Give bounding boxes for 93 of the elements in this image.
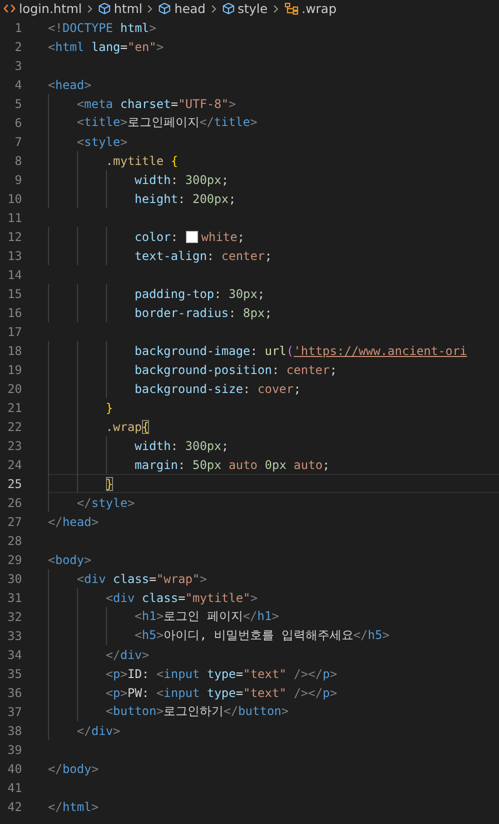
chevron-icon [86,4,93,14]
code-text: width: 300px; [134,172,229,186]
breadcrumb-item[interactable]: .wrap [284,1,337,16]
line-number: 38 [6,724,22,738]
breadcrumb-item[interactable]: head [158,1,206,16]
code-text: } [106,400,114,414]
code-text: <title>로그인페이지</title> [76,114,258,131]
code-text: background-position: center; [134,362,337,376]
line-number: 3 [14,58,22,72]
line-number: 24 [6,458,22,472]
code-text: </style> [76,496,135,510]
code-text: background-size: cover; [134,382,301,396]
structure-icon [284,2,299,15]
line-number: 31 [6,590,22,604]
line-number: 12 [6,230,22,244]
line-number: 18 [6,344,22,358]
line-number: 21 [6,400,22,414]
line-number: 33 [6,628,22,642]
line-number: 13 [6,248,22,262]
line-number: 30 [6,572,22,586]
line-number: 25 [6,476,22,490]
breadcrumb-item[interactable]: html [98,1,142,16]
code-text: </head> [48,514,99,528]
line-number: 36 [6,686,22,700]
line-number: 39 [6,742,22,756]
color-swatch-icon[interactable] [186,230,198,242]
chevron-icon [272,4,279,14]
line-number: 23 [6,438,22,452]
line-number: 29 [6,552,22,566]
code-text: <h1>로그인 페이지</h1> [134,608,279,625]
line-number: 10 [6,192,22,206]
line-number: 27 [6,514,22,528]
line-number: 34 [6,648,22,662]
line-number: 28 [6,534,22,548]
breadcrumb-item[interactable]: style [222,1,268,16]
line-number: 40 [6,762,22,776]
code-text: <body> [48,552,92,566]
code-text: <!DOCTYPE html> [48,20,156,34]
line-number: 37 [6,704,22,718]
line-number: 1 [14,20,22,34]
chevron-icon [210,4,217,14]
line-number: 42 [6,800,22,814]
code-text: </div> [106,648,150,662]
code-text: color: [134,230,180,244]
code-text: .wrap{ [106,420,150,434]
code-text: <meta charset="UTF-8"> [76,96,236,110]
code-text: <div class="mytitle"> [106,590,258,604]
cube-icon [98,2,111,15]
cube-icon [222,2,235,15]
code-text: <style> [76,134,128,148]
line-number: 5 [14,96,22,110]
line-number: 7 [14,134,22,148]
line-number: 16 [6,306,22,320]
line-number: 8 [14,154,22,168]
line-number: 26 [6,496,22,510]
line-number: 19 [6,362,22,376]
code-text: padding-top: 30px; [134,286,265,300]
code-text: <button>로그인하기</button> [106,703,289,720]
line-number: 4 [14,78,22,92]
line-number: 11 [6,210,22,224]
line-number: 9 [14,172,22,186]
code-text: <head> [48,78,92,92]
code-text: <html lang="en"> [48,40,164,54]
code-text: </div> [76,724,120,738]
chevron-icon [147,4,154,14]
code-text: <p>ID: <input type="text" /></p> [106,666,338,680]
line-number: 17 [6,324,22,338]
code-text: </html> [48,800,99,814]
code-text: border-radius: 8px; [134,306,272,320]
line-number: 14 [6,268,22,282]
line-number: 35 [6,666,22,680]
code-text: .mytitle { [106,154,178,168]
code-text: <h5>아이디, 비밀번호를 입력해주세요</h5> [134,627,390,644]
code-text: } [106,476,114,490]
line-number: 15 [6,286,22,300]
line-number: 6 [14,116,22,130]
breadcrumb-item[interactable]: login.html [3,1,82,16]
cube-icon [158,2,172,15]
line-number: 20 [6,382,22,396]
code-text: white; [201,230,245,244]
code-text: <div class="wrap"> [76,572,207,586]
line-number: 22 [6,420,22,434]
line-number: 32 [6,610,22,624]
code-text: text-align: center; [134,248,272,262]
code-text: <p>PW: <input type="text" /></p> [106,686,338,700]
code-text: background-image: url('https://www.ancient-ori [134,344,468,358]
line-number: 2 [14,40,22,54]
code-brackets-icon [3,3,16,14]
line-number: 41 [6,780,22,794]
code-text: </body> [48,762,99,776]
code-text: height: 200px; [134,192,236,206]
code-text: margin: 50px auto 0px auto; [134,458,330,472]
code-text: width: 300px; [134,438,229,452]
